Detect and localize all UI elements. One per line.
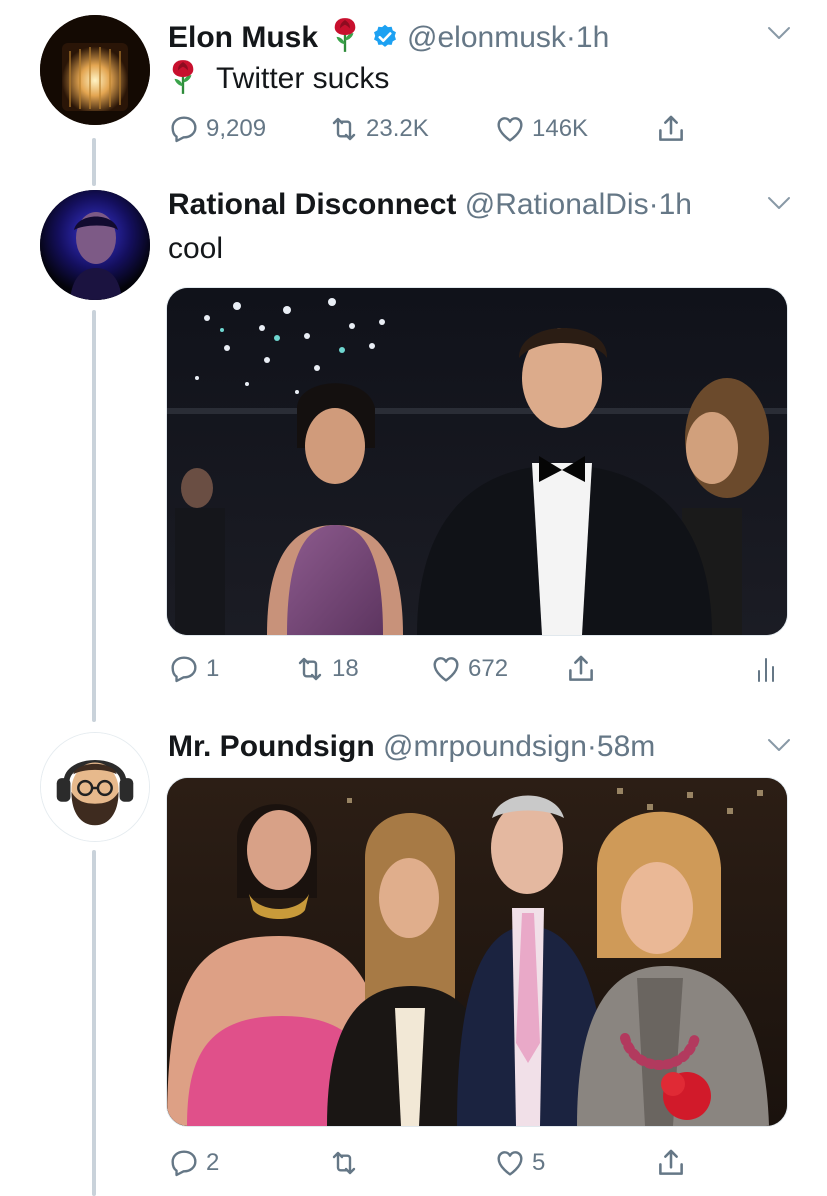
avatar[interactable]	[40, 15, 150, 125]
like-count: 5	[532, 1149, 546, 1176]
display-name[interactable]: Elon Musk	[168, 21, 318, 54]
tweet-header: Elon Musk @elonmusk·1h	[168, 16, 609, 54]
tweet-photo[interactable]	[166, 287, 788, 636]
reply-icon	[168, 113, 200, 145]
tweet-photo[interactable]	[166, 777, 788, 1127]
reply-count: 1	[206, 655, 220, 682]
share-button[interactable]	[654, 112, 688, 146]
handle[interactable]: @mrpoundsign	[383, 730, 587, 763]
tweet-actions: 9,209 23.2K 146K	[168, 112, 788, 146]
like-count: 146K	[532, 115, 589, 142]
retweet-icon	[294, 653, 326, 685]
avatar[interactable]	[40, 190, 150, 300]
timestamp[interactable]: 1h	[659, 188, 692, 221]
avatar-image	[41, 733, 149, 841]
handle[interactable]: @elonmusk	[407, 21, 566, 54]
photo-image	[167, 778, 787, 1126]
like-button[interactable]: 146K	[494, 112, 588, 146]
chevron-down-icon[interactable]	[767, 26, 791, 40]
avatar[interactable]	[40, 732, 150, 842]
separator: ·	[565, 21, 576, 54]
avatar-image	[40, 190, 150, 300]
chevron-down-icon[interactable]	[767, 196, 791, 210]
share-button[interactable]	[564, 652, 598, 686]
tweet-header: Rational Disconnect @RationalDis·1h	[168, 190, 692, 220]
photo-image	[167, 288, 787, 635]
display-name[interactable]: Rational Disconnect	[168, 188, 456, 221]
tweet-text: Twitter sucks	[168, 58, 389, 96]
reply-button[interactable]: 1	[168, 652, 219, 686]
analytics-button[interactable]	[754, 652, 780, 686]
tweet-header: Mr. Poundsign @mrpoundsign·58m	[168, 732, 655, 762]
tweet-actions: 1 18 672	[168, 652, 788, 686]
reply-count: 2	[206, 1149, 220, 1176]
share-icon	[564, 652, 598, 686]
separator: ·	[586, 730, 597, 763]
verified-badge-icon	[373, 24, 396, 47]
thread-line	[92, 850, 96, 1196]
like-icon	[494, 113, 526, 145]
share-button[interactable]	[654, 1146, 688, 1180]
tweet-actions: 2 5	[168, 1146, 788, 1180]
reply-count: 9,209	[206, 115, 267, 142]
rose-emoji	[168, 58, 198, 96]
reply-icon	[168, 653, 200, 685]
retweet-icon	[328, 113, 360, 145]
display-name[interactable]: Mr. Poundsign	[168, 730, 375, 763]
handle[interactable]: @RationalDis	[465, 188, 649, 221]
separator: ·	[648, 188, 659, 221]
thread-line	[92, 138, 96, 186]
retweet-button[interactable]	[328, 1146, 366, 1180]
like-icon	[494, 1147, 526, 1179]
like-count: 672	[468, 655, 509, 682]
retweet-count: 18	[332, 655, 359, 682]
retweet-icon	[328, 1147, 360, 1179]
share-icon	[654, 112, 688, 146]
timestamp[interactable]: 58m	[597, 730, 655, 763]
tweet-text-content: Twitter sucks	[216, 62, 390, 95]
share-icon	[654, 1146, 688, 1180]
reply-button[interactable]: 9,209	[168, 112, 266, 146]
retweet-button[interactable]: 18	[294, 652, 359, 686]
reply-icon	[168, 1147, 200, 1179]
retweet-count: 23.2K	[366, 115, 429, 142]
analytics-icon	[758, 658, 774, 682]
tweet-text: cool	[168, 232, 224, 265]
like-button[interactable]: 5	[494, 1146, 545, 1180]
retweet-button[interactable]: 23.2K	[328, 112, 429, 146]
like-icon	[430, 653, 462, 685]
chevron-down-icon[interactable]	[767, 738, 791, 752]
reply-button[interactable]: 2	[168, 1146, 219, 1180]
like-button[interactable]: 672	[430, 652, 508, 686]
avatar-image	[40, 15, 150, 125]
rose-emoji	[330, 16, 360, 54]
timestamp[interactable]: 1h	[576, 21, 609, 54]
thread-line	[92, 310, 96, 722]
